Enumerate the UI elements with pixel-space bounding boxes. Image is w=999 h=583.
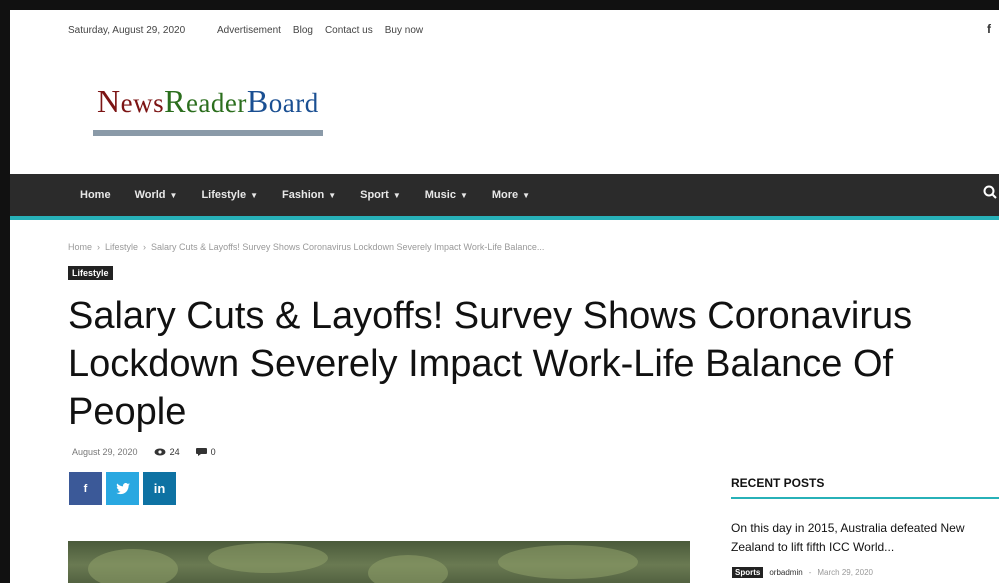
logo-text: B — [246, 83, 269, 119]
browser-viewport: Saturday, August 29, 2020 Advertisement … — [10, 10, 999, 583]
nav-label: Fashion — [282, 189, 325, 201]
logo-text: oard — [268, 88, 319, 118]
chevron-down-icon: ▼ — [522, 191, 531, 200]
article-date: August 29, 2020 — [72, 447, 138, 457]
image-foliage — [498, 545, 638, 579]
nav-item-world[interactable]: World ▼ — [135, 189, 178, 201]
recent-post-meta: Sports orbadmin - March 29, 2020 — [732, 567, 873, 578]
comments-count[interactable]: 0 — [195, 447, 216, 457]
share-buttons: f in — [69, 472, 176, 505]
eye-icon — [154, 448, 166, 456]
category-tag[interactable]: Lifestyle — [68, 266, 113, 280]
image-foliage — [88, 549, 178, 583]
comments-value: 0 — [210, 447, 216, 457]
chevron-down-icon: ▼ — [328, 191, 337, 200]
logo-text: N — [97, 83, 121, 119]
chevron-down-icon: ▼ — [169, 191, 178, 200]
nav-item-fashion[interactable]: Fashion ▼ — [282, 189, 336, 201]
nav-label: More — [491, 189, 519, 201]
nav-label: Lifestyle — [201, 189, 247, 201]
nav-item-home[interactable]: Home — [80, 189, 111, 201]
search-icon[interactable] — [983, 185, 997, 199]
recent-post-author[interactable]: orbadmin — [769, 568, 802, 577]
share-twitter-button[interactable] — [106, 472, 139, 505]
chevron-right-icon: › — [143, 242, 147, 252]
breadcrumb-category[interactable]: Lifestyle — [105, 242, 138, 252]
top-link-contact[interactable]: Contact us — [325, 25, 373, 36]
views-value: 24 — [169, 447, 180, 457]
article-meta: August 29, 2020 24 0 — [72, 447, 216, 457]
main-navigation: Home World ▼ Lifestyle ▼ Fashion ▼ Sport ▼ M… — [10, 174, 999, 220]
recent-post-date: March 29, 2020 — [817, 568, 873, 577]
facebook-icon: f — [83, 482, 88, 495]
article-title: Salary Cuts & Layoffs! Survey Shows Coro… — [68, 295, 913, 433]
breadcrumb: Home › Lifestyle › Salary Cuts & Layoffs! Su… — [68, 242, 544, 252]
breadcrumb-current: Salary Cuts & Layoffs! Survey Shows Coro… — [151, 242, 545, 252]
nav-label: Sport — [360, 189, 389, 201]
article-featured-image — [68, 541, 690, 583]
chevron-right-icon: › — [97, 242, 101, 252]
nav-label: Music — [424, 189, 456, 201]
top-links: Advertisement Blog Contact us Buy now — [217, 25, 423, 36]
current-date: Saturday, August 29, 2020 — [68, 25, 186, 36]
nav-item-music[interactable]: Music ▼ — [425, 189, 468, 201]
recent-posts-heading: RECENT POSTS — [731, 476, 999, 499]
recent-post-category[interactable]: Sports — [732, 567, 764, 578]
top-link-buy-now[interactable]: Buy now — [385, 25, 423, 36]
chevron-down-icon: ▼ — [250, 191, 259, 200]
logo-text: R — [164, 83, 186, 119]
top-link-advertisement[interactable]: Advertisement — [217, 25, 281, 36]
share-facebook-button[interactable]: f — [69, 472, 102, 505]
facebook-icon[interactable]: f — [987, 22, 991, 36]
nav-label: Home — [80, 189, 111, 201]
image-foliage — [208, 543, 328, 573]
nav-item-sport[interactable]: Sport ▼ — [360, 189, 401, 201]
nav-item-more[interactable]: More ▼ — [492, 189, 530, 201]
logo-text: eader — [185, 88, 247, 118]
breadcrumb-home[interactable]: Home — [68, 242, 92, 252]
logo-text: ews — [120, 88, 165, 118]
comment-icon — [195, 448, 207, 456]
chevron-down-icon: ▼ — [459, 191, 468, 200]
top-link-blog[interactable]: Blog — [293, 25, 313, 36]
separator: - — [808, 568, 812, 577]
site-logo[interactable]: NewsReaderBoard — [93, 84, 323, 136]
nav-label: World — [134, 189, 166, 201]
top-bar: Saturday, August 29, 2020 Advertisement … — [10, 10, 999, 48]
image-foliage — [368, 555, 448, 583]
twitter-icon — [115, 482, 130, 494]
views-count: 24 — [154, 447, 180, 457]
linkedin-icon: in — [153, 481, 166, 496]
nav-item-lifestyle[interactable]: Lifestyle ▼ — [201, 189, 258, 201]
share-linkedin-button[interactable]: in — [143, 472, 176, 505]
chevron-down-icon: ▼ — [392, 191, 401, 200]
recent-post-title[interactable]: On this day in 2015, Australia defeated … — [731, 519, 999, 557]
